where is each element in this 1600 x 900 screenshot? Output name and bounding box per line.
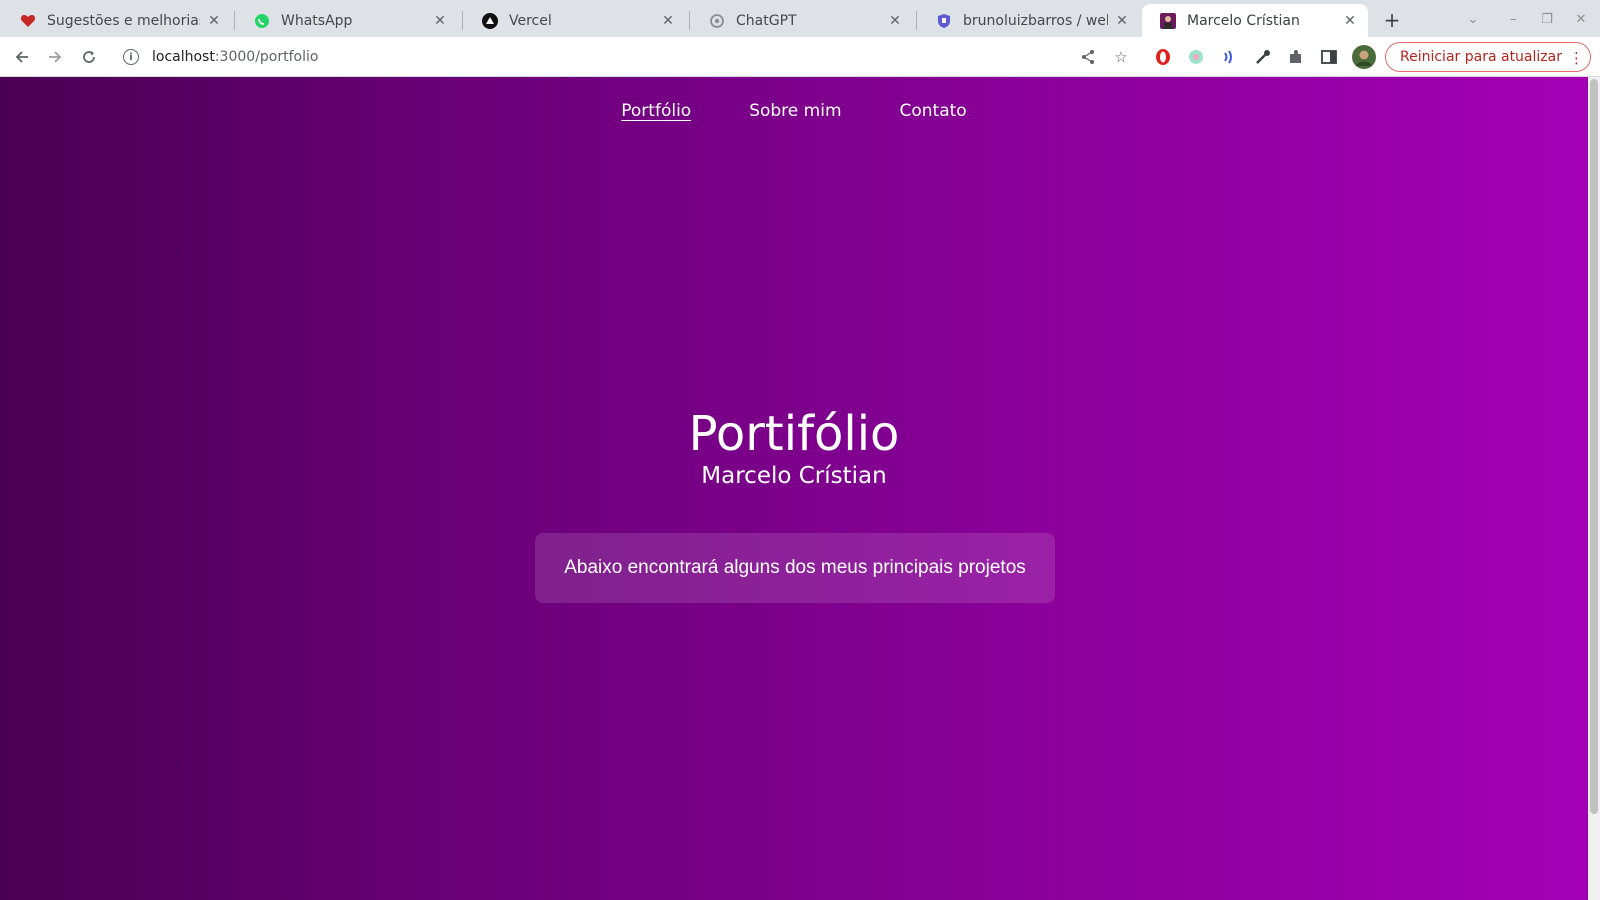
tab-close-icon[interactable]: ✕ (1114, 13, 1130, 29)
tab-close-icon[interactable]: ✕ (660, 13, 676, 29)
back-icon[interactable] (10, 45, 34, 69)
heart-icon (20, 13, 36, 29)
tab-whatsapp[interactable]: WhatsApp ✕ (236, 4, 458, 37)
tab-close-icon[interactable]: ✕ (206, 13, 222, 29)
tab-separator (234, 11, 235, 30)
tab-title: Vercel (509, 12, 552, 29)
site-info-icon[interactable]: i (123, 49, 139, 65)
scrollbar-thumb[interactable] (1590, 79, 1598, 814)
url-path: :3000/portfolio (214, 49, 319, 65)
tab-separator (916, 11, 917, 30)
address-bar[interactable]: i localhost:3000/portfolio (115, 41, 1145, 73)
color-extension-icon[interactable] (1186, 47, 1206, 67)
hero-section: Portifólio Marcelo Crístian (0, 405, 1588, 489)
url-text: localhost:3000/portfolio (152, 49, 318, 65)
bookmark-star-icon[interactable]: ☆ (1111, 47, 1131, 67)
intro-text: Abaixo encontrará alguns dos meus princi… (564, 557, 1026, 578)
nav-link-contato[interactable]: Contato (900, 101, 967, 121)
page-viewport: Portfólio Sobre mim Contato Portifólio M… (0, 77, 1588, 900)
url-host: localhost (152, 49, 215, 65)
forward-icon[interactable] (43, 45, 67, 69)
side-panel-icon[interactable] (1319, 47, 1339, 67)
tab-title: Marcelo Crístian (1187, 12, 1300, 29)
share-icon[interactable] (1078, 47, 1098, 67)
minimize-icon[interactable]: – (1502, 8, 1524, 30)
shield-icon (936, 13, 952, 29)
chatgpt-icon (709, 13, 725, 29)
tab-separator (689, 11, 690, 30)
reload-icon[interactable] (77, 45, 101, 69)
page-title: Portifólio (688, 406, 900, 462)
tab-title: WhatsApp (281, 12, 353, 29)
opera-extension-icon[interactable] (1153, 47, 1173, 67)
eyedropper-extension-icon[interactable] (1253, 47, 1273, 67)
browser-toolbar: i localhost:3000/portfolio ☆ Reiniciar p… (0, 37, 1600, 77)
nav-link-portfolio[interactable]: Portfólio (621, 101, 691, 121)
vercel-icon (482, 12, 498, 29)
update-button-label: Reiniciar para atualizar (1400, 49, 1562, 65)
close-window-icon[interactable]: ✕ (1570, 8, 1592, 30)
restore-icon[interactable]: ❐ (1536, 8, 1558, 30)
tab-marcelo-cristian[interactable]: Marcelo Crístian ✕ (1142, 4, 1368, 37)
nav-link-sobre-mim[interactable]: Sobre mim (749, 101, 841, 121)
tab-separator (462, 11, 463, 30)
tab-title: brunoluizbarros / web (963, 12, 1108, 29)
more-menu-icon[interactable]: ⋮ (1569, 49, 1584, 67)
page-subtitle: Marcelo Crístian (701, 463, 887, 489)
read-aloud-extension-icon[interactable] (1219, 47, 1239, 67)
page-scrollbar[interactable] (1588, 77, 1600, 900)
tab-sugestoes[interactable]: Sugestões e melhorias ✕ (2, 4, 232, 37)
tab-github[interactable]: brunoluizbarros / web ✕ (918, 4, 1140, 37)
profile-avatar[interactable] (1352, 45, 1376, 69)
intro-card: Abaixo encontrará alguns dos meus princi… (535, 533, 1055, 603)
site-nav: Portfólio Sobre mim Contato (0, 101, 1588, 121)
tab-title: ChatGPT (736, 12, 797, 29)
restart-to-update-button[interactable]: Reiniciar para atualizar ⋮ (1385, 42, 1591, 72)
site-avatar-icon (1160, 12, 1176, 29)
whatsapp-icon (254, 13, 270, 29)
tab-search-chevron-icon[interactable]: ⌄ (1462, 8, 1484, 30)
tab-close-icon[interactable]: ✕ (887, 13, 903, 29)
new-tab-button[interactable]: + (1380, 8, 1404, 32)
tab-strip: Sugestões e melhorias ✕ WhatsApp ✕ Verce… (0, 0, 1600, 37)
extensions-puzzle-icon[interactable] (1286, 47, 1306, 67)
tab-title: Sugestões e melhorias (47, 12, 200, 29)
tab-chatgpt[interactable]: ChatGPT ✕ (691, 4, 913, 37)
tab-close-icon[interactable]: ✕ (1342, 13, 1358, 29)
tab-close-icon[interactable]: ✕ (432, 13, 448, 29)
tab-vercel[interactable]: Vercel ✕ (464, 4, 686, 37)
